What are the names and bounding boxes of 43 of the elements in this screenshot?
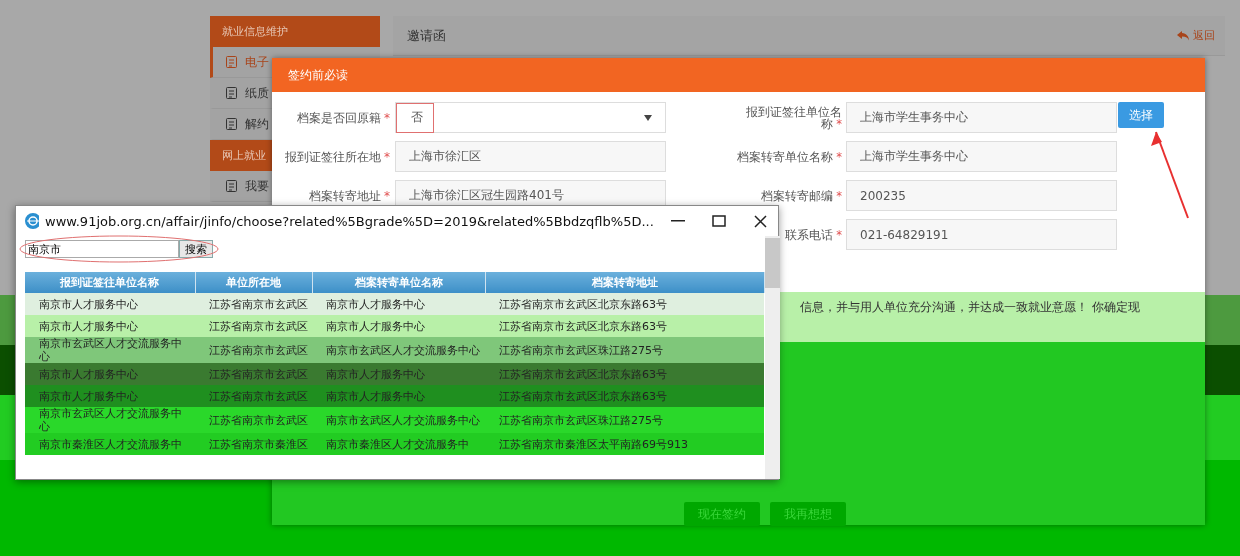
field-label: 档案是否回原籍 * bbox=[296, 111, 391, 124]
table-cell: 南京市玄武区人才交流服务中心 bbox=[312, 407, 485, 433]
table-cell: 南京市人才服务中心 bbox=[25, 363, 195, 385]
table-cell: 南京市秦淮区人才交流服务中 bbox=[312, 433, 485, 455]
table-cell: 南京市人才服务中心 bbox=[312, 363, 485, 385]
table-cell: 南京市人才服务中心 bbox=[312, 315, 485, 337]
table-cell: 南京市人才服务中心 bbox=[25, 315, 195, 337]
table-cell: 江苏省南京市玄武区 bbox=[195, 385, 312, 407]
table-cell: 南京市人才服务中心 bbox=[25, 293, 195, 315]
field-label: 报到证签往单位名 称 * bbox=[745, 105, 843, 130]
column-header: 档案转寄单位名称 bbox=[312, 272, 485, 293]
table-cell: 江苏省南京市秦淮区太平南路69号913 bbox=[485, 433, 764, 455]
table-cell: 南京市玄武区人才交流服务中心 bbox=[312, 337, 485, 363]
table-cell: 江苏省南京市玄武区珠江路275号 bbox=[485, 337, 764, 363]
modal-title: 签约前必读 bbox=[272, 58, 1205, 92]
table-cell: 江苏省南京市玄武区北京东路63号 bbox=[485, 315, 764, 337]
table-cell: 江苏省南京市玄武区 bbox=[195, 407, 312, 433]
column-header: 档案转寄地址 bbox=[485, 272, 764, 293]
column-header: 报到证签往单位名称 bbox=[25, 272, 195, 293]
table-cell: 江苏省南京市玄武区 bbox=[195, 363, 312, 385]
table-cell: 江苏省南京市玄武区北京东路63号 bbox=[485, 363, 764, 385]
window-url: www.91job.org.cn/affair/jinfo/choose?related%5Bgrade%5D=2019&related%5Bbdzqflb%5D... bbox=[45, 213, 654, 229]
table-cell: 江苏省南京市玄武区珠江路275号 bbox=[485, 407, 764, 433]
field-label: 档案转寄单位名称 * bbox=[736, 150, 843, 163]
table-cell: 南京市人才服务中心 bbox=[312, 385, 485, 407]
sidebar-heading: 就业信息维护 bbox=[210, 16, 380, 47]
field-label: 档案转寄邮编 * bbox=[760, 189, 843, 202]
table-cell: 江苏省南京市玄武区 bbox=[195, 337, 312, 363]
table-cell: 南京市玄武区人才交流服务中心 bbox=[25, 407, 195, 433]
table-cell: 南京市玄武区人才交流服务中心 bbox=[25, 337, 195, 363]
field-label: 联系电话 * bbox=[784, 228, 843, 241]
notice-text: 信息，并与用人单位充分沟通，并达成一致就业意愿！ 你确定现 bbox=[800, 299, 1140, 316]
table-cell: 江苏省南京市玄武区 bbox=[195, 315, 312, 337]
table-cell: 南京市秦淮区人才交流服务中 bbox=[25, 433, 195, 455]
column-header: 单位所在地 bbox=[195, 272, 312, 293]
table-cell: 江苏省南京市玄武区北京东路63号 bbox=[485, 293, 764, 315]
table-cell: 江苏省南京市玄武区 bbox=[195, 293, 312, 315]
table-cell: 江苏省南京市秦淮区 bbox=[195, 433, 312, 455]
table-cell: 江苏省南京市玄武区北京东路63号 bbox=[485, 385, 764, 407]
table-cell: 南京市人才服务中心 bbox=[312, 293, 485, 315]
field-label: 档案转寄地址 * bbox=[308, 189, 391, 202]
panel-title: 邀请函 bbox=[407, 26, 446, 45]
table-cell: 南京市人才服务中心 bbox=[25, 385, 195, 407]
